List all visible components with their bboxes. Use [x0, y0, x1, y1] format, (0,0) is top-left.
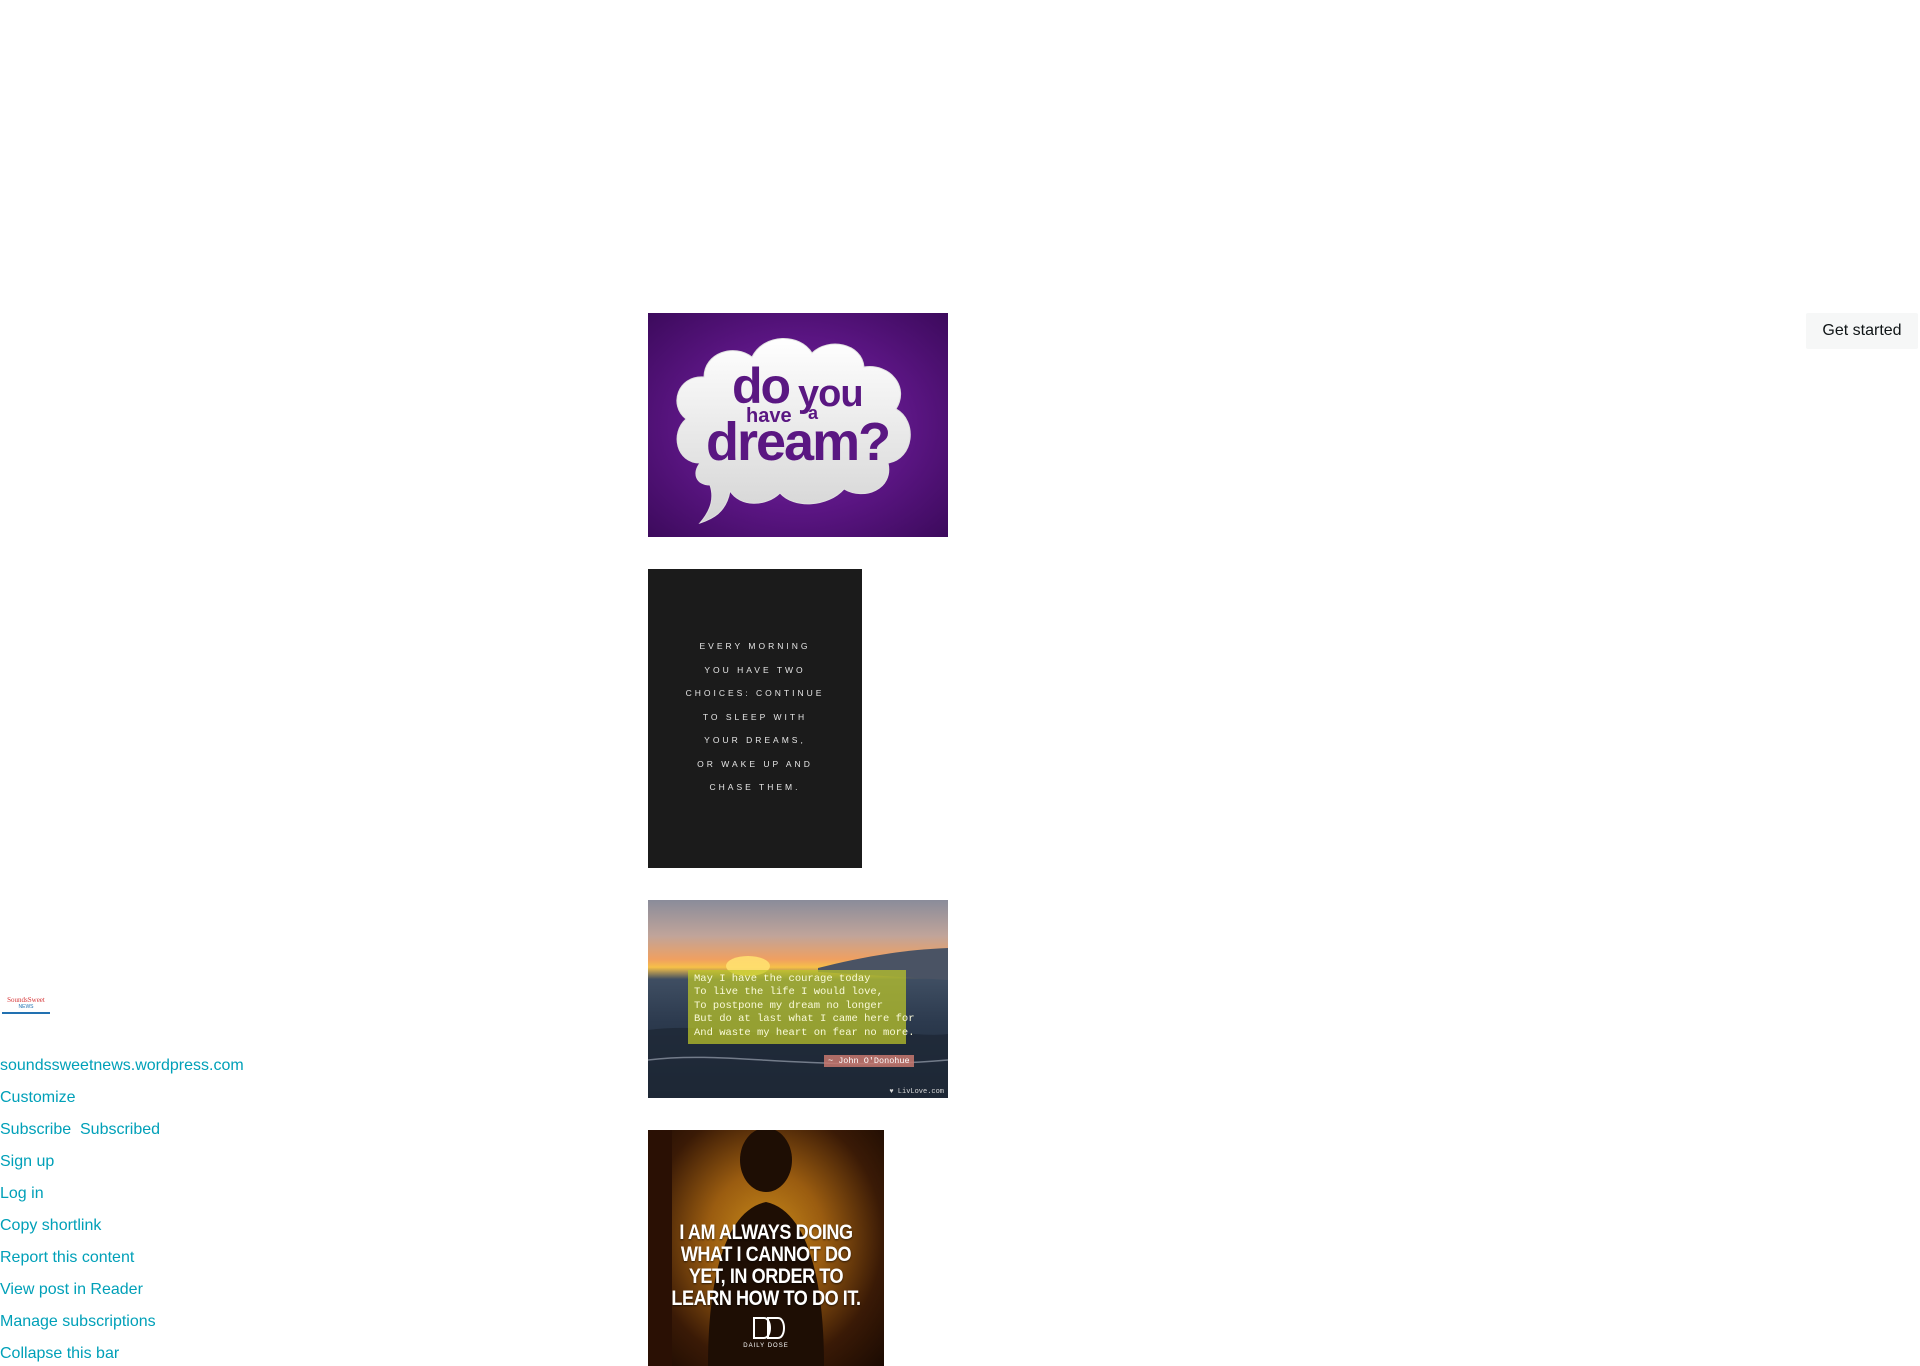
quote-text: I AM ALWAYS DOING WHAT I CANNOT DO YET, … — [671, 1221, 861, 1310]
quote-line: YOUR DREAMS, — [704, 735, 806, 745]
site-url-link[interactable]: soundssweetnews.wordpress.com — [0, 1056, 244, 1076]
word-dream: dream? — [706, 412, 891, 472]
site-logo-sub: NEWS — [18, 1004, 34, 1010]
logo-caption: DAILY DOSE — [743, 1343, 789, 1349]
quote-line: TO SLEEP WITH — [702, 712, 808, 722]
learning-quote-image: I AM ALWAYS DOING WHAT I CANNOT DO YET, … — [648, 1130, 884, 1366]
quote-line: CHOICES: CONTINUE — [685, 688, 825, 698]
view-in-reader-link[interactable]: View post in Reader — [0, 1280, 143, 1300]
get-started-button[interactable]: Get started — [1806, 313, 1918, 349]
log-in-link[interactable]: Log in — [0, 1184, 44, 1204]
dream-image: do you have a dream? — [648, 313, 948, 537]
subscribed-link[interactable]: Subscribed — [80, 1120, 160, 1140]
image-credit: ♥ LivLove.com — [889, 1088, 944, 1096]
customize-link[interactable]: Customize — [0, 1088, 76, 1108]
sunset-quote-image: May I have the courage today To live the… — [648, 900, 948, 1098]
subscribe-link[interactable]: Subscribe — [0, 1120, 71, 1140]
morning-quote-image: EVERY MORNING YOU HAVE TWO CHOICES: CONT… — [648, 569, 862, 868]
copy-shortlink-link[interactable]: Copy shortlink — [0, 1216, 101, 1236]
sign-up-link[interactable]: Sign up — [0, 1152, 54, 1172]
collapse-bar-link[interactable]: Collapse this bar — [0, 1344, 119, 1364]
quote-text: May I have the courage today To live the… — [688, 970, 915, 1044]
site-logo[interactable]: SoundsSweet NEWS — [2, 994, 50, 1014]
quote-author: ~ John O'Donohue — [824, 1055, 914, 1067]
quote-line: OR WAKE UP AND — [697, 759, 813, 769]
daily-dose-logo-icon — [753, 1317, 785, 1339]
manage-subscriptions-link[interactable]: Manage subscriptions — [0, 1312, 156, 1332]
quote-line: EVERY MORNING — [699, 641, 811, 651]
quote-line: YOU HAVE TWO — [704, 665, 806, 675]
quote-line: CHASE THEM. — [709, 782, 801, 792]
report-content-link[interactable]: Report this content — [0, 1248, 134, 1268]
site-logo-text: SoundsSweet — [7, 996, 45, 1004]
